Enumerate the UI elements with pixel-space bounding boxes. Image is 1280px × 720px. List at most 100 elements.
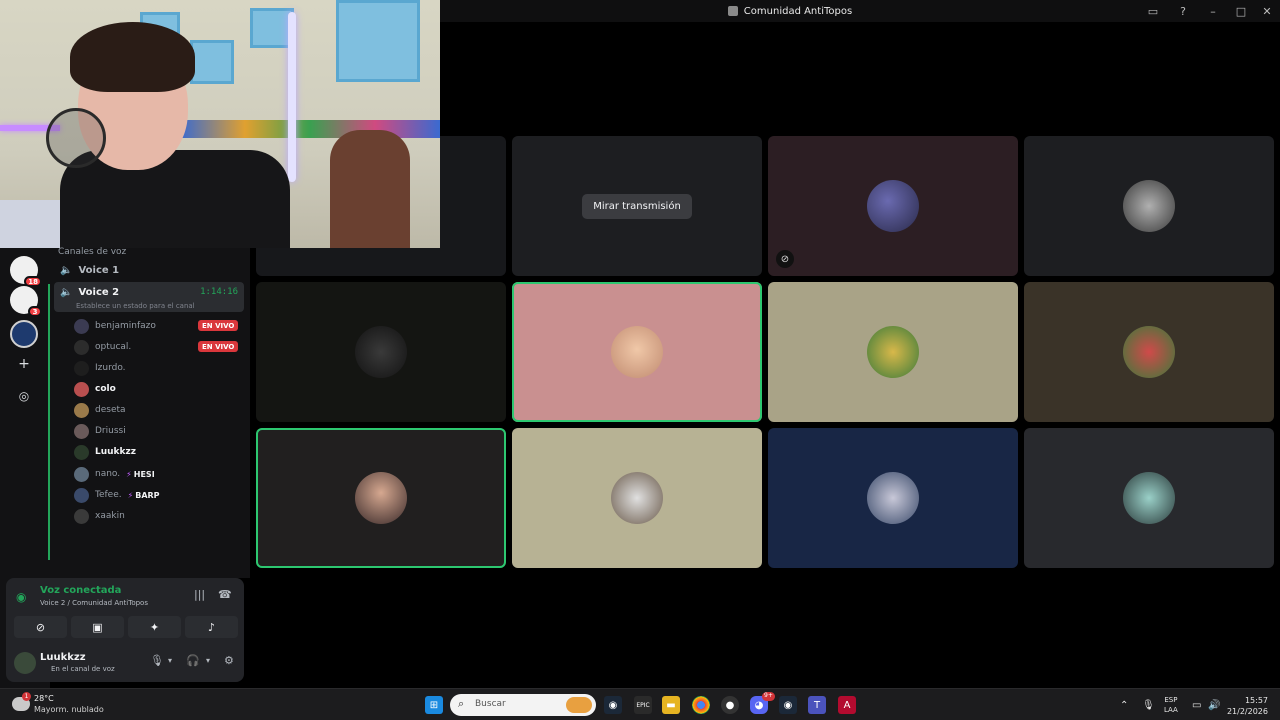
participant-tile[interactable] — [1024, 428, 1274, 568]
clock-time: 15:57 — [1244, 696, 1268, 705]
voice-connected-channel[interactable]: Voice 2 / Comunidad AntiTopos — [40, 599, 148, 607]
server-icon-active[interactable] — [10, 320, 38, 348]
participant-tile[interactable] — [768, 428, 1018, 568]
member-name: Driussi — [95, 426, 126, 436]
clock[interactable]: 15:57 21/2/2026 — [1227, 695, 1268, 717]
close-button[interactable]: ✕ — [1254, 0, 1280, 22]
member-avatar — [74, 487, 89, 503]
chrome-icon[interactable] — [692, 696, 710, 714]
share-screen-button[interactable]: ▣ — [71, 616, 124, 638]
watch-stream-button[interactable]: Mirar transmisión — [582, 193, 692, 219]
microphone-icon[interactable]: 🎙 — [150, 654, 164, 667]
activities-button[interactable]: ✦ — [128, 616, 181, 638]
discord-app-icon — [727, 6, 738, 16]
channel-status[interactable]: Establece un estado para el canal — [76, 302, 195, 310]
voice-member[interactable]: xaakin — [74, 507, 125, 525]
participant-avatar — [867, 326, 919, 378]
steam-icon-2[interactable]: ◉ — [779, 696, 797, 714]
participant-tile-speaking[interactable] — [512, 282, 762, 422]
active-channel-indicator — [48, 284, 50, 560]
clan-tag-text: BARP — [135, 490, 160, 500]
maximize-button[interactable]: □ — [1228, 0, 1254, 22]
help-icon[interactable]: ? — [1168, 0, 1198, 22]
windows-start-icon[interactable]: ⊞ — [425, 696, 443, 714]
network-icon[interactable]: ▭ — [1192, 689, 1201, 720]
minimize-button[interactable]: – — [1198, 0, 1228, 22]
camera-off-button[interactable]: ⊘ — [14, 616, 67, 638]
soundboard-button[interactable]: ♪ — [185, 616, 238, 638]
weather-badge: 1 — [22, 692, 31, 701]
epic-games-icon[interactable]: EPIC — [634, 696, 652, 714]
member-name: deseta — [95, 405, 126, 415]
adobe-icon[interactable]: A — [838, 696, 856, 714]
voice-member[interactable]: colo — [74, 380, 116, 398]
chevron-down-icon[interactable]: ▾ — [168, 656, 172, 665]
voice-member[interactable]: optucal. — [74, 338, 131, 356]
channel-name: Voice 2 — [78, 287, 120, 298]
language-indicator[interactable]: ESP LAA — [1164, 695, 1178, 715]
participant-tile-speaking[interactable] — [256, 428, 506, 568]
inbox-icon[interactable]: ▭ — [1138, 0, 1168, 22]
member-avatar — [74, 339, 89, 355]
voice-actions: ⊘ ▣ ✦ ♪ — [14, 616, 238, 638]
weather-temp[interactable]: 28°C — [34, 694, 54, 703]
channel-name: Voice 1 — [78, 264, 120, 276]
taskbar-search[interactable]: ⌕ Buscar — [450, 694, 596, 716]
obs-icon[interactable]: ● — [721, 696, 739, 714]
window-title-text: Comunidad AntiTopos — [743, 5, 853, 17]
user-bar: Luukkzz En el canal de voz 🎙 ▾ 🎧 ▾ ⚙ — [14, 650, 238, 678]
volume-icon[interactable]: 🔊 — [1208, 689, 1220, 720]
participant-tile[interactable] — [768, 282, 1018, 422]
window-controls: ▭ ? – □ ✕ — [1138, 0, 1280, 22]
member-avatar — [74, 466, 89, 482]
voice-member[interactable]: Driussi — [74, 422, 126, 440]
voice-member[interactable]: Tefee. ⚡ BARP — [74, 486, 160, 504]
channel-voice-1[interactable]: 🔈 Voice 1 — [54, 259, 244, 281]
gear-icon[interactable]: ⚙ — [224, 654, 234, 667]
file-explorer-icon[interactable]: ▬ — [662, 696, 680, 714]
member-avatar — [74, 423, 89, 439]
participant-tile[interactable] — [1024, 282, 1274, 422]
search-highlight-image — [566, 697, 592, 713]
tray-mic-icon[interactable]: 🎙 — [1142, 689, 1155, 720]
participant-tile[interactable] — [512, 428, 762, 568]
voice-member[interactable]: benjaminfazo — [74, 317, 156, 335]
discover-icon[interactable]: ◎ — [10, 382, 38, 410]
voice-connected-label: Voz conectada — [40, 585, 122, 596]
participant-avatar — [1123, 180, 1175, 232]
category-voice-channels[interactable]: Canales de voz — [58, 247, 126, 257]
weather-desc[interactable]: Mayorm. nublado — [34, 705, 104, 714]
live-badge: EN VIVO — [198, 341, 239, 352]
participant-tile[interactable] — [1024, 136, 1274, 276]
user-name[interactable]: Luukkzz — [40, 652, 86, 663]
channel-sidebar: Canales de voz 🔈 Voice 1 🔈 Voice 2 1:14:… — [48, 247, 250, 578]
add-server-icon[interactable]: + — [10, 350, 38, 378]
member-avatar — [74, 360, 89, 376]
chevron-down-icon[interactable]: ▾ — [206, 656, 210, 665]
voice-member[interactable]: Izurdo. — [74, 359, 126, 377]
member-name: Izurdo. — [95, 363, 126, 373]
server-icon[interactable]: 3 — [10, 286, 42, 317]
participant-tile[interactable] — [256, 282, 506, 422]
user-avatar[interactable] — [14, 652, 36, 674]
teams-icon[interactable]: T — [808, 696, 826, 714]
noise-suppression-icon[interactable]: ||| — [194, 588, 205, 601]
screen: Comunidad AntiTopos ▭ ? – □ ✕ Mirar tran… — [0, 0, 1280, 720]
webcam-overlay — [0, 0, 440, 248]
steam-icon[interactable]: ◉ — [604, 696, 622, 714]
voice-member[interactable]: nano. ⚡ HESI — [74, 465, 155, 483]
tray-chevron-icon[interactable]: ⌃ — [1120, 689, 1128, 720]
server-icon[interactable]: 18 — [10, 256, 42, 287]
video-off-icon: ⊘ — [776, 250, 794, 268]
participant-avatar — [611, 472, 663, 524]
member-name: xaakin — [95, 511, 125, 521]
disconnect-icon[interactable]: ☎ — [218, 588, 232, 601]
member-name: benjaminfazo — [95, 321, 156, 331]
participant-tile[interactable]: ⊘ — [768, 136, 1018, 276]
speaker-icon: 🔈 — [60, 287, 73, 298]
stream-tile-2[interactable]: Mirar transmisión — [512, 136, 762, 276]
taskbar: 1 28°C Mayorm. nublado ⊞ ⌕ Buscar ◉ EPIC… — [0, 688, 1280, 720]
headphones-icon[interactable]: 🎧 — [186, 654, 200, 667]
voice-member[interactable]: deseta — [74, 401, 126, 419]
voice-member[interactable]: Luukkzz — [74, 443, 136, 461]
